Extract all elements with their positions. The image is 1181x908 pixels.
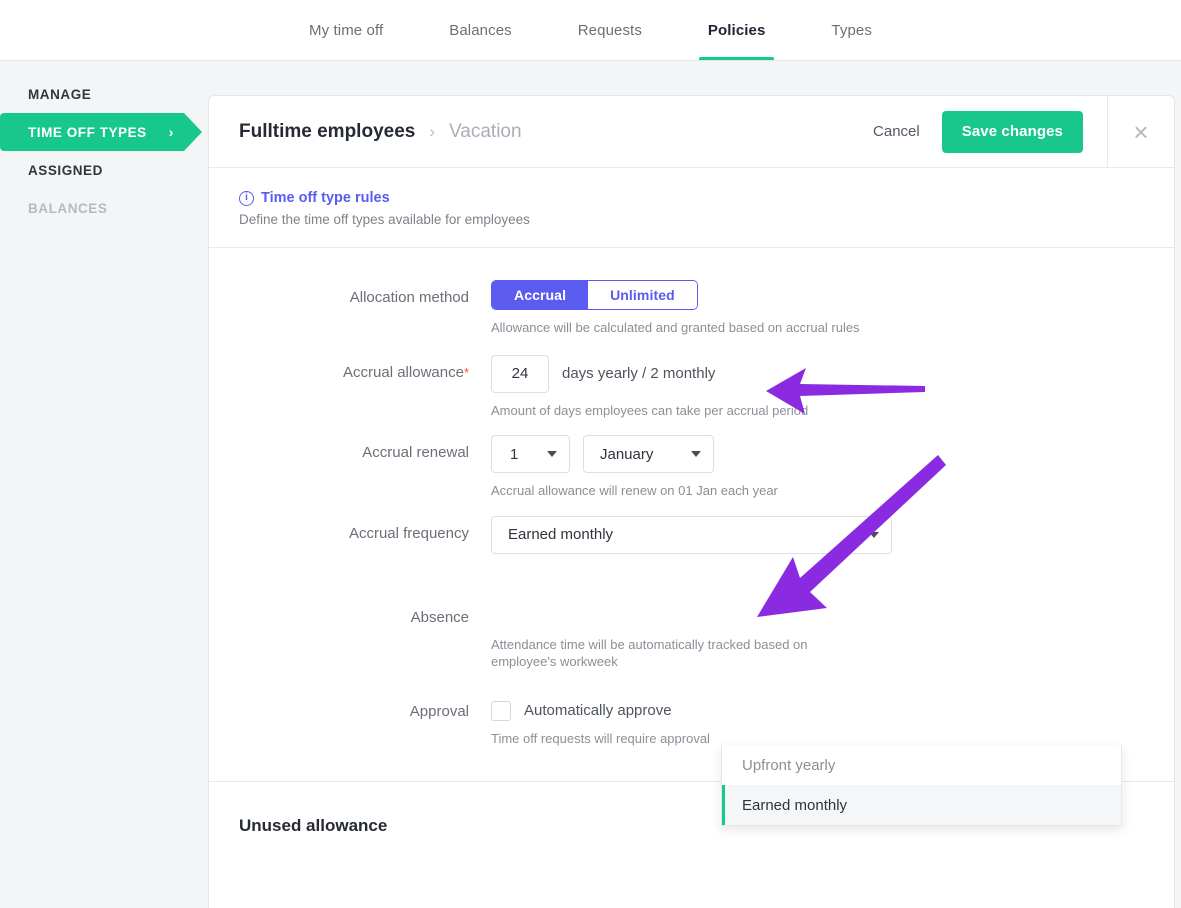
accrual-allowance-input[interactable]	[491, 354, 549, 393]
absence-control-placeholder	[491, 600, 1174, 638]
select-value: 1	[510, 445, 519, 463]
info-banner-title-row: i Time off type rules	[239, 190, 1144, 206]
field-control: days yearly / 2 monthly Amount of days e…	[491, 354, 1174, 420]
sidebar-item-balances[interactable]: BALANCES	[0, 189, 208, 227]
tab-label: Balances	[449, 21, 512, 39]
field-control: Accrual Unlimited Allowance will be calc…	[491, 280, 1174, 337]
automatically-approve-checkbox[interactable]	[491, 700, 511, 721]
automatically-approve-label: Automatically approve	[524, 702, 672, 720]
sidebar-item-assigned[interactable]: ASSIGNED	[0, 151, 208, 189]
tab-types[interactable]: Types	[798, 0, 905, 60]
select-value: January	[600, 445, 654, 463]
sidebar-item-time-off-types[interactable]: TIME OFF TYPES ›	[0, 113, 202, 151]
breadcrumb-parent[interactable]: Fulltime employees	[239, 121, 415, 143]
tab-label: My time off	[309, 21, 384, 39]
required-marker: *	[463, 364, 469, 380]
info-banner-title: Time off type rules	[261, 190, 390, 206]
dropdown-option-earned-monthly[interactable]: Earned monthly	[722, 785, 1121, 825]
field-allocation-method: Allocation method Accrual Unlimited Allo…	[209, 280, 1174, 337]
accrual-renewal-month-select[interactable]: January	[583, 435, 714, 474]
cancel-button[interactable]: Cancel	[869, 117, 924, 146]
field-absence: Absence Attendance time will be automati…	[209, 600, 1174, 671]
close-panel-button[interactable]: ×	[1107, 95, 1174, 168]
tab-my-time-off[interactable]: My time off	[276, 0, 416, 60]
sidebar-item-label: MANAGE	[28, 86, 92, 102]
tab-policies[interactable]: Policies	[675, 0, 799, 60]
allocation-method-segmented-control[interactable]: Accrual Unlimited	[491, 280, 698, 310]
approval-checkbox-line: Automatically approve	[491, 700, 1174, 721]
field-label: Absence	[410, 608, 469, 626]
field-accrual-renewal: Accrual renewal 1 January Accrual allowa…	[209, 435, 1174, 500]
chevron-down-icon	[691, 451, 701, 458]
sidebar-item-label: BALANCES	[28, 200, 108, 216]
field-hint: Attendance time will be automatically tr…	[491, 636, 808, 670]
field-control: Earned monthly	[491, 515, 1174, 554]
field-accrual-allowance: Accrual allowance* days yearly / 2 month…	[209, 354, 1174, 420]
field-control: 1 January Accrual allowance will renew o…	[491, 435, 1174, 500]
panel-header: Fulltime employees › Vacation Cancel Sav…	[209, 95, 1174, 168]
accrual-frequency-select[interactable]: Earned monthly	[491, 515, 892, 554]
sidebar-item-label: TIME OFF TYPES	[28, 124, 147, 140]
segment-unlimited[interactable]: Unlimited	[588, 281, 697, 309]
sidebar-item-label: ASSIGNED	[28, 162, 103, 178]
tab-requests[interactable]: Requests	[545, 0, 675, 60]
chevron-down-icon	[547, 451, 557, 458]
field-control: Automatically approve Time off requests …	[491, 700, 1174, 748]
accrual-renewal-day-select[interactable]: 1	[491, 435, 570, 474]
field-label-text: Accrual allowance	[343, 363, 464, 381]
field-hint: Allowance will be calculated and granted…	[491, 320, 860, 335]
close-icon: ×	[1133, 116, 1149, 147]
policy-form: Allocation method Accrual Unlimited Allo…	[209, 248, 1174, 836]
accrual-allowance-unit: days yearly / 2 monthly	[562, 365, 716, 383]
dropdown-option-upfront-yearly[interactable]: Upfront yearly	[722, 745, 1121, 785]
breadcrumb: Fulltime employees › Vacation	[209, 121, 869, 143]
sidebar-item-manage[interactable]: MANAGE	[0, 75, 208, 113]
field-accrual-frequency: Accrual frequency Earned monthly	[209, 515, 1174, 554]
accrual-allowance-line: days yearly / 2 monthly	[491, 354, 1174, 393]
field-control: Attendance time will be automatically tr…	[491, 600, 1174, 671]
panel-header-actions: Cancel Save changes	[869, 110, 1107, 153]
accrual-frequency-dropdown-menu[interactable]: Upfront yearly Earned monthly	[721, 745, 1122, 826]
field-label: Allocation method	[349, 289, 469, 306]
tab-label: Requests	[577, 21, 642, 39]
field-label: Accrual allowance*	[209, 355, 491, 420]
select-value: Earned monthly	[508, 526, 614, 544]
info-banner-subtitle: Define the time off types available for …	[239, 212, 530, 227]
field-hint: Accrual allowance will renew on 01 Jan e…	[491, 483, 778, 499]
segment-accrual[interactable]: Accrual	[492, 281, 589, 309]
info-circle-icon: i	[239, 190, 254, 206]
save-changes-button[interactable]: Save changes	[941, 110, 1083, 153]
tab-label: Types	[831, 21, 872, 39]
field-approval: Approval Automatically approve Time off …	[209, 700, 1174, 748]
top-navigation-tabs: My time off Balances Requests Policies T…	[276, 0, 905, 60]
tab-balances[interactable]: Balances	[416, 0, 545, 60]
chevron-down-icon	[869, 531, 879, 538]
chevron-right-icon: ›	[168, 124, 174, 140]
field-label: Approval	[409, 702, 469, 720]
field-hint: Amount of days employees can take per ac…	[491, 402, 809, 418]
sidebar-top-spacer	[0, 61, 208, 75]
field-label: Accrual renewal	[362, 444, 469, 462]
breadcrumb-current: Vacation	[449, 120, 522, 142]
info-banner: i Time off type rules Define the time of…	[209, 168, 1174, 248]
policy-detail-panel: Fulltime employees › Vacation Cancel Sav…	[208, 95, 1175, 908]
tab-label: Policies	[707, 21, 766, 39]
top-navigation: My time off Balances Requests Policies T…	[0, 0, 1181, 61]
field-label: Accrual frequency	[348, 524, 469, 542]
sidebar: MANAGE TIME OFF TYPES › ASSIGNED BALANCE…	[0, 61, 208, 908]
chevron-right-icon: ›	[429, 121, 436, 141]
accrual-renewal-selects: 1 January	[491, 435, 1174, 474]
